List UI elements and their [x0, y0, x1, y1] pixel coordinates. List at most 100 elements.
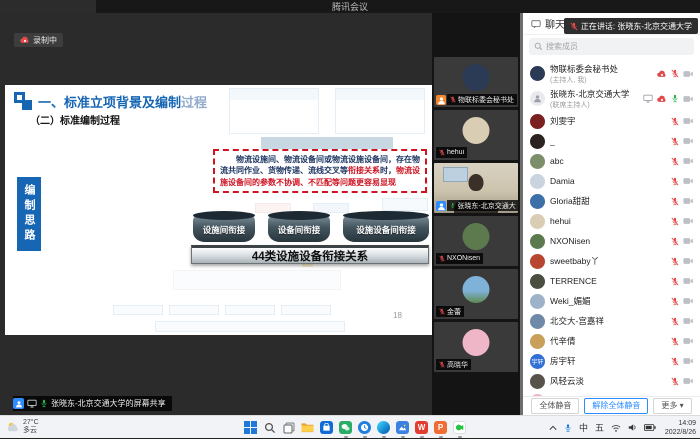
- member-status-icons: [671, 257, 693, 266]
- photos-app-icon[interactable]: [395, 420, 410, 435]
- member-status-icons: [671, 177, 693, 186]
- role-badge-icon: [436, 95, 446, 105]
- unmute-all-button[interactable]: 解除全体静音: [584, 398, 648, 414]
- member-status-icons: [671, 357, 693, 366]
- wps-presentation-icon[interactable]: P: [433, 420, 448, 435]
- ime-language-indicator[interactable]: 中: [579, 421, 588, 434]
- mic-muted-icon: [671, 377, 679, 386]
- avatar: [530, 234, 545, 249]
- member-status-icons: [671, 197, 693, 206]
- avatar: [530, 374, 545, 389]
- ime-mode-indicator[interactable]: 五: [595, 421, 604, 434]
- member-row[interactable]: Damia: [530, 171, 693, 191]
- mic-muted-icon: [671, 177, 679, 186]
- video-sidebar: 物联标委会秘书处 hehui 张晓东-北京交通大学 NXONisen 金蕾 高晓…: [432, 13, 523, 415]
- member-row[interactable]: 宇轩 房宇轩: [530, 351, 693, 371]
- mic-muted-icon: [439, 255, 445, 262]
- avatar: [530, 154, 545, 169]
- member-status-icons: [671, 317, 693, 326]
- camera-off-icon: [683, 337, 693, 345]
- member-row[interactable]: hehui: [530, 211, 693, 231]
- mute-all-button[interactable]: 全体静音: [531, 398, 579, 414]
- member-row[interactable]: 风轻云淡: [530, 371, 693, 391]
- clock-date: 2022/8/26: [665, 429, 696, 438]
- camera-off-icon: [683, 70, 693, 78]
- recording-cloud-icon: [20, 36, 30, 44]
- mic-muted-icon: [671, 197, 679, 206]
- avatar: [463, 329, 490, 356]
- sharer-mic-icon: [40, 399, 48, 408]
- window-titlebar: 腾讯会议: [0, 0, 700, 13]
- cloud-record-icon: [657, 70, 667, 78]
- member-row[interactable]: _: [530, 131, 693, 151]
- battery-icon[interactable]: [644, 424, 656, 431]
- mic-muted-icon: [671, 217, 679, 226]
- member-status-icons: [671, 157, 693, 166]
- video-tile[interactable]: hehui: [434, 110, 518, 160]
- camera-off-icon: [683, 177, 693, 185]
- member-name: hehui: [550, 216, 571, 226]
- tray-mic-icon[interactable]: [564, 423, 572, 433]
- search-input[interactable]: [546, 42, 689, 51]
- tencent-meeting-icon[interactable]: [452, 420, 467, 435]
- member-row[interactable]: 物联标委会秘书处(主持人, 我): [530, 61, 693, 86]
- member-name: TERRENCE: [550, 276, 597, 286]
- wifi-icon[interactable]: [611, 424, 621, 432]
- volume-icon[interactable]: [628, 423, 637, 432]
- video-tile-label: 高晓华: [436, 359, 471, 370]
- mic-muted-icon: [439, 149, 445, 156]
- video-tile-label: hehui: [436, 147, 467, 158]
- chevron-up-icon[interactable]: [549, 425, 557, 431]
- task-view-icon[interactable]: [281, 420, 296, 435]
- member-name: sweetbaby丫: [550, 255, 599, 267]
- file-explorer-icon[interactable]: [300, 420, 315, 435]
- member-search[interactable]: [529, 38, 694, 55]
- video-tile[interactable]: 金蕾: [434, 269, 518, 319]
- member-row[interactable]: TERRENCE: [530, 271, 693, 291]
- mic-muted-icon: [671, 137, 679, 146]
- clock-app-icon[interactable]: [357, 420, 372, 435]
- avatar: [530, 114, 545, 129]
- camera-off-icon: [683, 297, 693, 305]
- wps-writer-icon[interactable]: W: [414, 420, 429, 435]
- edge-icon[interactable]: [376, 420, 391, 435]
- start-icon[interactable]: [243, 420, 258, 435]
- more-button[interactable]: 更多 ▾: [653, 398, 691, 414]
- cloud-record-icon: [657, 95, 667, 103]
- member-status-icons: [671, 377, 693, 386]
- recording-indicator[interactable]: 录制中: [14, 33, 63, 47]
- member-row[interactable]: Weki_媚媚: [530, 291, 693, 311]
- member-name: 房宇轩: [550, 355, 576, 367]
- camera-off-icon: [683, 237, 693, 245]
- titlebar-tab[interactable]: [0, 0, 96, 13]
- member-row[interactable]: 北交大-宫嘉祥: [530, 311, 693, 331]
- wechat-icon[interactable]: [338, 420, 353, 435]
- taskbar-clock[interactable]: 14:09 2022/8/26: [665, 420, 696, 438]
- mic-icon: [450, 202, 455, 209]
- screen-share-banner[interactable]: 张晓东-北京交通大学的屏幕共享: [13, 396, 172, 411]
- slide-title: 一、标准立项背景及编制过程: [38, 92, 207, 111]
- chat-footer: 全体静音 解除全体静音 更多 ▾: [523, 396, 700, 415]
- video-tile-label: 金蕾: [436, 306, 464, 317]
- video-tile[interactable]: 高晓华: [434, 322, 518, 372]
- member-row[interactable]: abc: [530, 151, 693, 171]
- search-icon[interactable]: [262, 420, 277, 435]
- member-row[interactable]: 张晓东-北京交通大学(联席主持人): [530, 86, 693, 111]
- video-tile[interactable]: NXONisen: [434, 216, 518, 266]
- video-tile[interactable]: 物联标委会秘书处: [434, 57, 518, 107]
- windows-taskbar: 27°C多云 WP 中 五 14:09 2022/8/26: [0, 415, 700, 438]
- taskbar-weather[interactable]: 27°C多云: [6, 419, 39, 435]
- member-row[interactable]: 刘雯宇: [530, 111, 693, 131]
- member-row[interactable]: sweetbaby丫: [530, 251, 693, 271]
- video-tile[interactable]: 张晓东-北京交通大学: [434, 163, 518, 213]
- member-row[interactable]: 代辛倩: [530, 331, 693, 351]
- mic-muted-icon: [439, 308, 445, 315]
- mic-icon: [671, 94, 679, 103]
- avatar: [463, 64, 490, 91]
- mic-muted-icon: [671, 297, 679, 306]
- member-row[interactable]: NXONisen: [530, 231, 693, 251]
- store-icon[interactable]: [319, 420, 334, 435]
- avatar: [463, 276, 490, 303]
- mic-muted-icon: [671, 277, 679, 286]
- member-row[interactable]: Gloria甜甜: [530, 191, 693, 211]
